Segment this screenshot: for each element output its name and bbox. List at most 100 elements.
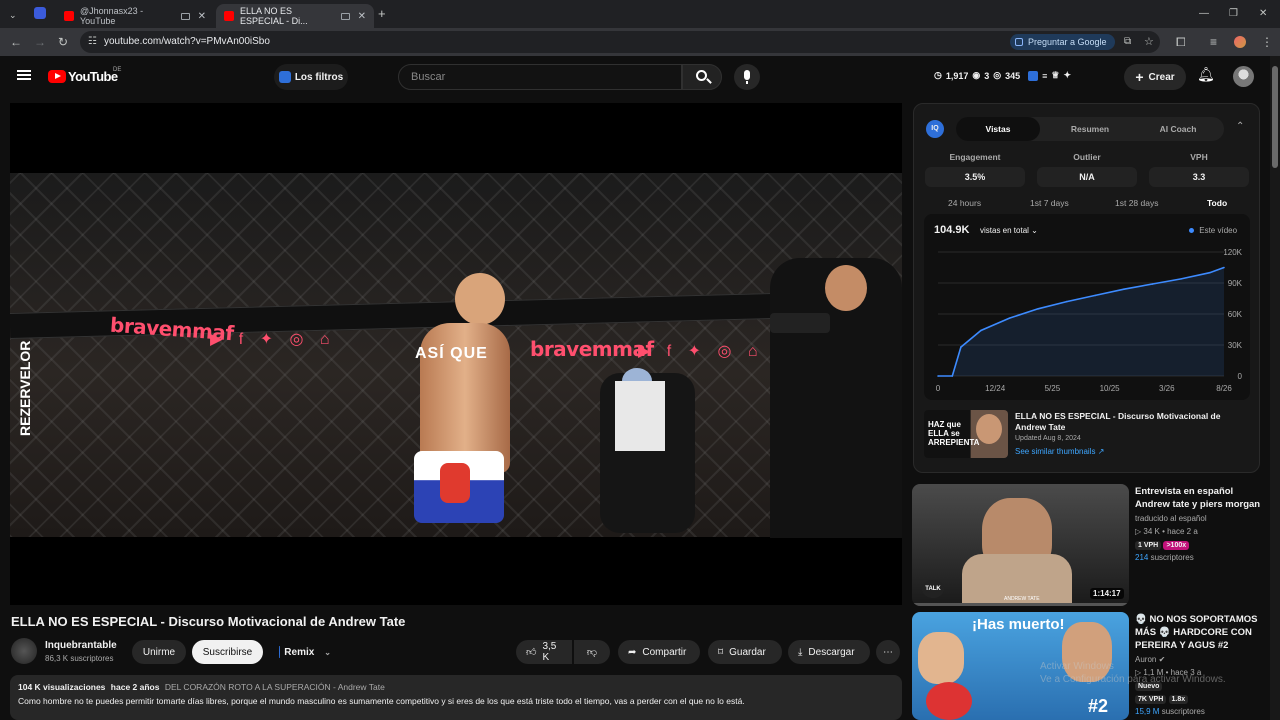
download-button[interactable]: ⤓ Descargar	[788, 640, 870, 664]
maximize-icon[interactable]: ❐	[1229, 8, 1238, 20]
reading-list-icon[interactable]: ≡	[1210, 36, 1217, 48]
data-point	[1151, 283, 1154, 285]
scrollbar-thumb[interactable]	[1272, 66, 1278, 168]
metric-engagement-value: 3.5%	[925, 167, 1025, 187]
site-info-icon[interactable]: ☷	[88, 36, 97, 48]
bell-icon[interactable]: 🔔︎	[1197, 66, 1215, 83]
join-button[interactable]: Unirme	[132, 640, 186, 664]
stat-b: 3	[984, 70, 990, 81]
current-video-title: ELLA NO ES ESPECIAL - Discurso Motivacio…	[1015, 411, 1221, 432]
share-button[interactable]: ➦ Compartir	[618, 640, 700, 664]
remix-button[interactable]: Remix ⌄	[269, 640, 341, 664]
cast-icon[interactable]: ⧉	[1124, 36, 1131, 48]
channel-avatar[interactable]	[11, 638, 37, 664]
range-24h[interactable]: 24 hours	[948, 198, 981, 208]
new-tab-button[interactable]: +	[378, 7, 386, 20]
tab-label: Vistas	[985, 124, 1011, 134]
tab-ai-coach[interactable]: AI Coach	[1136, 117, 1220, 141]
thumbnail-text: ¡Has muerto!	[972, 616, 1065, 633]
data-point	[1094, 294, 1097, 297]
collapse-chevron-icon[interactable]: ⌃	[1236, 121, 1244, 132]
close-window-icon[interactable]: ✕	[1259, 8, 1267, 20]
watermark-line1: Activar Windows	[1040, 661, 1114, 672]
thumbnail-face	[976, 414, 1002, 444]
subscribe-button[interactable]: Suscribirse	[192, 640, 263, 664]
view-count: 104 K visualizaciones	[18, 682, 106, 692]
like-button[interactable]: 👍︎ 3,5 K	[516, 640, 572, 664]
back-icon[interactable]: ←	[10, 36, 22, 48]
browser-avatar[interactable]	[1234, 36, 1246, 48]
rec-thumbnail-1[interactable]: TALK ANDREW TATE 1:14:17	[912, 484, 1129, 606]
thumbnail-face-left	[918, 632, 964, 684]
rec-title-1[interactable]: Entrevista en español Andrew tate y pier…	[1135, 485, 1265, 511]
save-button[interactable]: ⌑ Guardar	[708, 640, 782, 664]
social-icons-right: ▶ f ✦ ◎ ⌂	[638, 343, 764, 360]
data-point	[951, 375, 954, 377]
panel-tabs: Vistas Resumen AI Coach	[956, 117, 1224, 141]
menu-icon[interactable]	[17, 70, 31, 80]
browser-toolbar: ← → ↻ ☷ youtube.com/watch?v=PMvAn00iSbo …	[0, 28, 1280, 56]
rec-badges-1: 1 VPH >100x	[1135, 540, 1190, 550]
stats-bar[interactable]: ◷ 1,917 ◉ 3 ◎ 345 ≡ ♕ ✦	[934, 70, 1071, 81]
filters-button[interactable]: Los filtros	[274, 64, 348, 90]
range-7d[interactable]: 1st 7 days	[1030, 198, 1069, 208]
tab-vistas[interactable]: Vistas	[956, 117, 1040, 141]
description-box[interactable]: 104 K visualizaciones hace 2 años DEL CO…	[10, 675, 902, 720]
updated-date: Updated Aug 8, 2024	[1015, 435, 1081, 442]
sparkle-icon: ✦	[1063, 70, 1072, 80]
search-button[interactable]	[682, 64, 722, 90]
create-button[interactable]: + Crear	[1124, 64, 1186, 90]
profile-icon[interactable]	[34, 7, 46, 19]
channel-name[interactable]: Inquebrantable	[45, 640, 117, 651]
rec-title-2[interactable]: 💀 NO NOS SOPORTAMOS MÁS 💀 HARDCORE CON P…	[1135, 613, 1265, 652]
more-actions-button[interactable]: ⋯	[876, 640, 900, 664]
thumbnail-caption: ANDREW TATE	[1004, 596, 1040, 602]
y-tick-label: 90K	[1228, 279, 1243, 288]
bookmark-star-icon[interactable]: ☆	[1144, 36, 1154, 48]
close-tab-icon[interactable]: ✕	[358, 11, 366, 22]
range-all[interactable]: Todo	[1207, 198, 1227, 208]
towel	[615, 381, 665, 451]
filters-label: Los filtros	[294, 71, 344, 83]
tab-resumen[interactable]: Resumen	[1048, 117, 1132, 141]
brand-banner-right: bravemmaf	[530, 337, 654, 361]
close-tab-icon[interactable]: ✕	[198, 11, 206, 22]
stat-c: 345	[1005, 70, 1021, 81]
voice-search-button[interactable]	[734, 64, 760, 90]
youtube-logo-icon[interactable]	[48, 70, 66, 83]
similar-thumbnails-link[interactable]: See similar thumbnails ↗	[1015, 447, 1104, 456]
y-tick-label: 0	[1238, 372, 1243, 381]
stat-a: 1,917	[945, 70, 969, 81]
channel-subscribers: 86,3 K suscriptores	[45, 654, 114, 663]
search-input[interactable]: Buscar	[398, 64, 682, 90]
minimize-icon[interactable]: —	[1199, 8, 1209, 20]
tab-video[interactable]: ELLA NO ES ESPECIAL - Di... ✕	[216, 4, 374, 28]
forward-icon[interactable]: →	[34, 36, 46, 48]
ask-google-button[interactable]: Preguntar a Google	[1010, 34, 1115, 50]
video-player[interactable]: bravemmaf bravemmaf ▶ f ✦ ◎ ⌂ ▶ f ✦ ◎ ⌂ …	[10, 103, 902, 605]
watermark-line2: Ve a Configuración para activar Windows.	[1040, 674, 1226, 685]
rec-stats-1: ▷ 34 K • hace 2 a	[1135, 527, 1198, 536]
youtube-logo-text[interactable]: YouTube	[68, 69, 118, 84]
tab-search-icon[interactable]: ⌄	[9, 9, 17, 21]
extensions-icon[interactable]: ⧠	[1176, 36, 1186, 48]
address-bar[interactable]: ☷ youtube.com/watch?v=PMvAn00iSbo Pregun…	[80, 31, 1160, 53]
tab-channel[interactable]: @Jhonnasx23 - YouTube ✕	[56, 4, 214, 28]
fighter-glove	[440, 463, 470, 503]
reload-icon[interactable]: ↻	[58, 36, 68, 48]
range-28d[interactable]: 1st 28 days	[1115, 198, 1158, 208]
x-tick-label: 8/26	[1216, 384, 1232, 393]
avatar[interactable]	[1233, 66, 1254, 87]
dislike-button[interactable]: 👎︎	[574, 640, 610, 664]
description-tags[interactable]: DEL CORAZÓN ROTO A LA SUPERACIÓN - Andre…	[165, 682, 385, 692]
eye-icon: ◉	[972, 70, 981, 80]
x-tick-label: 3/26	[1159, 384, 1175, 393]
data-point	[1037, 308, 1039, 310]
browser-menu-icon[interactable]: ⋮	[1261, 36, 1273, 48]
x-tick-label: 5/25	[1045, 384, 1061, 393]
rec-subtitle-1: traducido al español	[1135, 514, 1207, 523]
current-video-thumbnail: HAZ que ELLA se ARREPIENTA	[924, 410, 1008, 458]
thumbnail-badge: TALK	[922, 580, 944, 598]
current-video-card[interactable]: HAZ que ELLA se ARREPIENTA ELLA NO ES ES…	[924, 410, 1250, 466]
outlier-badge: >100x	[1163, 541, 1190, 550]
